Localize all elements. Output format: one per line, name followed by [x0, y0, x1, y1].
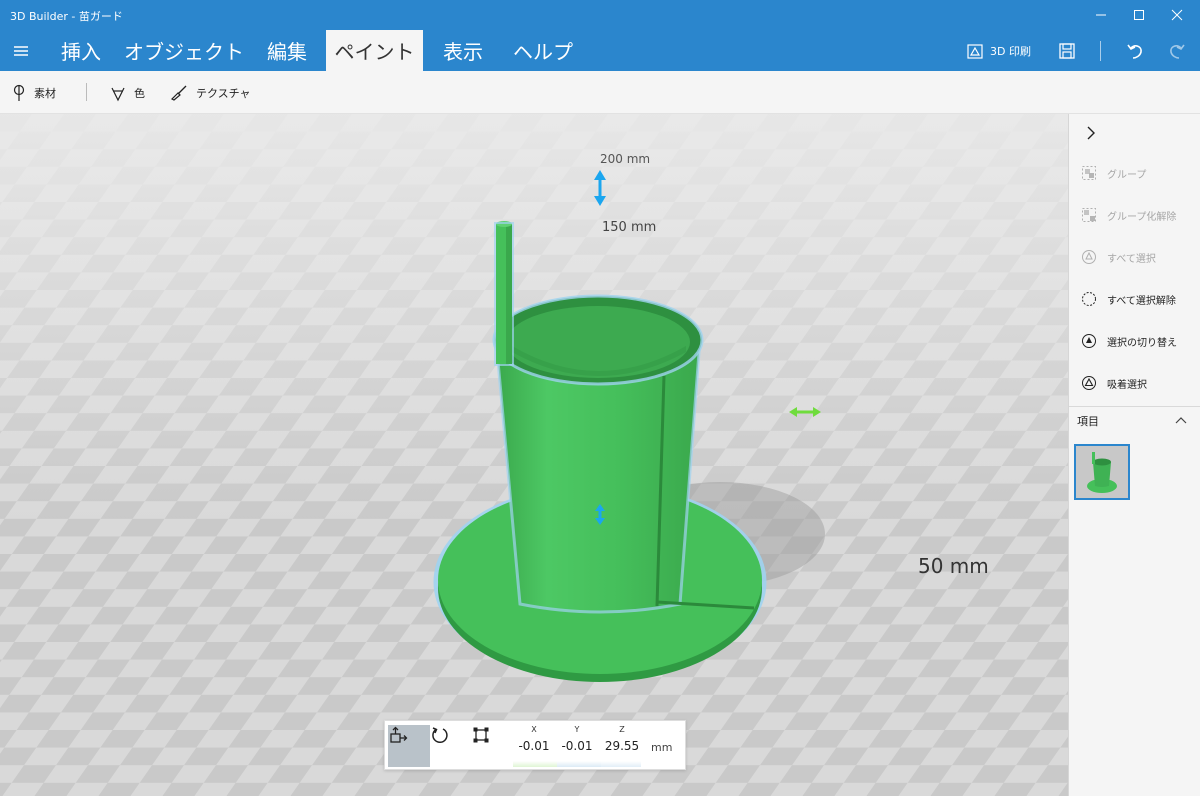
y-axis-label: Y [574, 725, 580, 734]
invert-selection-button[interactable]: 選択の切り替え [1069, 321, 1200, 361]
print-3d-button[interactable]: 3D 印刷 [966, 30, 1031, 71]
x-axis-bar [513, 761, 557, 767]
brush-icon [170, 85, 187, 101]
tab-view[interactable]: 表示 [428, 30, 498, 71]
redo-icon [1170, 44, 1185, 59]
ungroup-button[interactable]: グループ化解除 [1069, 195, 1200, 235]
ruler-label-150: 150 mm [602, 220, 657, 235]
title-bar: 3D Builder - 苗ガード [0, 0, 1200, 30]
tab-paint[interactable]: ペイント [326, 30, 423, 71]
rotate-icon [432, 727, 448, 744]
collapse-panel-button[interactable] [1081, 122, 1101, 144]
ungroup-label: グループ化解除 [1107, 211, 1177, 223]
deselect-all-icon [1082, 292, 1096, 306]
tab-help[interactable]: ヘルプ [503, 30, 583, 71]
window-title: 3D Builder - 苗ガード [10, 10, 123, 23]
scale-icon [473, 727, 489, 743]
3d-viewport[interactable]: 200 mm 150 mm 50 mm X -0.01 Y -0.01 Z 29… [0, 114, 1068, 796]
undo-button[interactable] [1122, 30, 1148, 71]
z-axis-label: Z [619, 725, 625, 734]
move-icon [390, 726, 408, 743]
y-coordinate[interactable]: Y -0.01 [556, 725, 598, 753]
move-button[interactable] [388, 725, 430, 767]
items-collapse-button[interactable] [1173, 412, 1189, 428]
items-header: 項目 [1077, 415, 1099, 428]
tab-object[interactable]: オブジェクト [122, 30, 246, 71]
tab-insert[interactable]: 挿入 [48, 30, 114, 71]
texture-label: テクスチャ [196, 86, 251, 100]
close-button[interactable] [1154, 0, 1200, 30]
redo-button[interactable] [1164, 30, 1190, 71]
menu-bar: 挿入 オブジェクト 編集 ペイント 表示 ヘルプ 3D 印刷 [0, 30, 1200, 71]
material-button[interactable]: 素材 [12, 71, 56, 114]
close-icon [1171, 9, 1183, 21]
undo-icon [1127, 44, 1142, 59]
z-coordinate[interactable]: Z 29.55 [599, 725, 645, 753]
invert-selection-label: 選択の切り替え [1107, 337, 1177, 349]
rotate-button[interactable] [430, 725, 472, 767]
print-3d-label: 3D 印刷 [990, 44, 1031, 58]
y-axis-bar [557, 761, 601, 767]
y-value[interactable]: -0.01 [556, 739, 598, 753]
color-label: 色 [134, 86, 145, 100]
scene-canvas[interactable] [0, 114, 1068, 796]
hamburger-icon [14, 46, 28, 56]
unit-label: mm [651, 741, 673, 754]
snap-select-icon [1082, 376, 1096, 390]
deselect-all-label: すべて選択解除 [1107, 295, 1176, 307]
invert-selection-icon [1082, 334, 1096, 348]
x-axis-label: X [531, 725, 537, 734]
select-all-label: すべて選択 [1107, 253, 1156, 265]
texture-button[interactable]: テクスチャ [170, 71, 251, 114]
group-icon [1082, 166, 1096, 180]
minimize-icon [1096, 14, 1106, 16]
color-button[interactable]: 色 [110, 71, 145, 114]
object-thumbnail[interactable] [1074, 444, 1130, 500]
snap-select-label: 吸着選択 [1107, 379, 1147, 391]
cup-thumbnail-icon [1087, 452, 1117, 493]
toolbar-separator [86, 83, 87, 101]
x-value[interactable]: -0.01 [513, 739, 555, 753]
save-button[interactable] [1054, 30, 1080, 71]
group-label: グループ [1107, 169, 1147, 181]
save-icon [1059, 42, 1075, 59]
scale-button[interactable] [471, 725, 513, 767]
material-label: 素材 [34, 86, 56, 100]
ruler-label-200: 200 mm [600, 152, 651, 166]
select-all-icon [1082, 250, 1096, 264]
chevron-up-icon [1175, 417, 1187, 424]
select-all-button[interactable]: すべて選択 [1069, 237, 1200, 277]
panel-divider [1069, 406, 1200, 407]
color-bucket-icon [111, 87, 125, 101]
x-coordinate[interactable]: X -0.01 [513, 725, 555, 753]
chevron-right-icon [1087, 126, 1095, 140]
snap-select-button[interactable]: 吸着選択 [1069, 363, 1200, 403]
maximize-icon [1134, 10, 1144, 20]
z-value[interactable]: 29.55 [599, 739, 645, 753]
z-axis-bar [601, 761, 641, 767]
material-icon [13, 84, 25, 101]
side-panel: グループ グループ化解除 すべて選択 すべて選択解除 選択の切り替え 吸着選択 … [1068, 114, 1200, 796]
group-button[interactable]: グループ [1069, 153, 1200, 193]
tab-edit[interactable]: 編集 [252, 30, 322, 71]
print-3d-icon [967, 43, 983, 59]
paint-toolbar: 素材 色 テクスチャ [0, 71, 1200, 114]
cup-rim-inner [506, 306, 690, 378]
transform-panel: X -0.01 Y -0.01 Z 29.55 mm [384, 720, 686, 770]
toolbar-divider [1100, 41, 1101, 61]
hamburger-button[interactable] [8, 38, 34, 64]
ungroup-icon [1082, 208, 1096, 222]
deselect-all-button[interactable]: すべて選択解除 [1069, 279, 1200, 319]
ruler-label-50: 50 mm [918, 554, 989, 578]
